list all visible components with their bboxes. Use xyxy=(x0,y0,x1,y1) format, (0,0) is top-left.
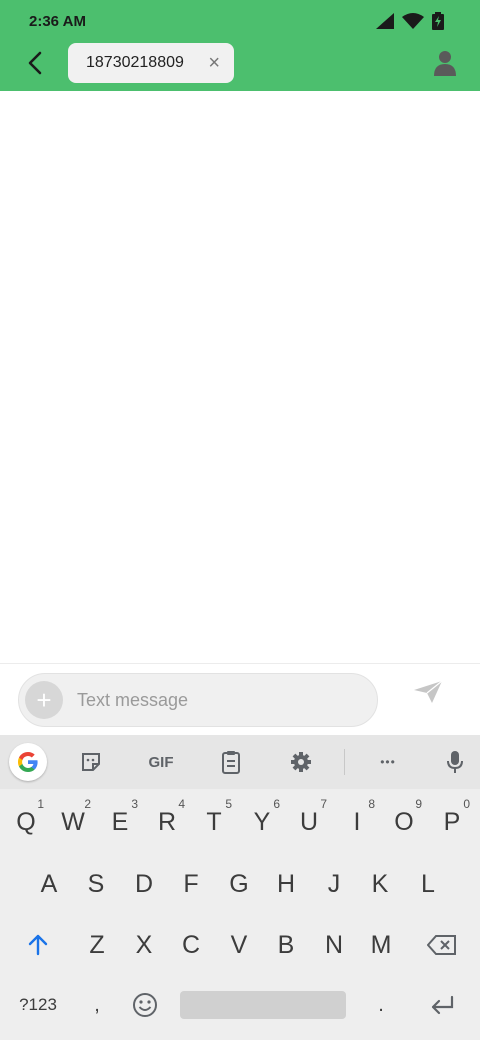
signal-icon xyxy=(376,13,394,29)
key-y[interactable]: Y6 xyxy=(240,797,284,845)
key-i[interactable]: I8 xyxy=(335,797,379,845)
comma-key[interactable]: , xyxy=(80,983,114,1027)
more-button[interactable]: ••• xyxy=(370,745,406,779)
recipient-chip[interactable]: 18730218809 × xyxy=(68,43,234,83)
symbols-key[interactable]: ?123 xyxy=(10,983,66,1027)
settings-button[interactable] xyxy=(284,745,318,779)
period-key[interactable]: . xyxy=(364,983,398,1027)
clipboard-icon xyxy=(222,751,240,774)
send-button[interactable] xyxy=(412,679,444,710)
add-contact-button[interactable] xyxy=(434,50,456,81)
key-g[interactable]: G xyxy=(217,861,261,907)
key-e[interactable]: E3 xyxy=(98,797,142,845)
key-j[interactable]: J xyxy=(312,861,356,907)
status-icons xyxy=(376,12,444,30)
key-m[interactable]: M xyxy=(359,922,403,968)
key-c[interactable]: C xyxy=(169,922,213,968)
key-q[interactable]: Q1 xyxy=(4,797,48,845)
person-icon xyxy=(434,51,456,76)
sticker-button[interactable] xyxy=(74,745,108,779)
sticker-icon xyxy=(82,753,100,771)
message-composer[interactable]: + Text message xyxy=(18,673,378,727)
spacebar[interactable] xyxy=(180,991,346,1019)
key-o[interactable]: O9 xyxy=(382,797,426,845)
backspace-icon xyxy=(427,935,456,955)
key-d[interactable]: D xyxy=(122,861,166,907)
key-t[interactable]: T5 xyxy=(192,797,236,845)
back-button[interactable] xyxy=(20,48,50,78)
key-w[interactable]: W2 xyxy=(51,797,95,845)
app-header: 2:36 AM 18730218809 × xyxy=(0,0,480,91)
enter-key[interactable] xyxy=(418,983,466,1027)
key-k[interactable]: K xyxy=(358,861,402,907)
composer-divider xyxy=(0,663,480,664)
key-v[interactable]: V xyxy=(217,922,261,968)
key-a[interactable]: A xyxy=(27,861,71,907)
microphone-icon xyxy=(447,751,463,773)
emoji-key[interactable] xyxy=(124,983,166,1027)
battery-icon xyxy=(432,12,444,30)
key-f[interactable]: F xyxy=(169,861,213,907)
emoji-icon xyxy=(133,993,157,1017)
plus-icon: + xyxy=(36,685,52,715)
status-time: 2:36 AM xyxy=(29,13,86,30)
close-icon[interactable]: × xyxy=(208,52,220,74)
key-h[interactable]: H xyxy=(264,861,308,907)
gif-button[interactable]: GIF xyxy=(140,745,182,779)
key-p[interactable]: P0 xyxy=(430,797,474,845)
key-s[interactable]: S xyxy=(74,861,118,907)
key-u[interactable]: U7 xyxy=(287,797,331,845)
add-attachment-button[interactable]: + xyxy=(25,681,63,719)
enter-arrow-icon xyxy=(431,995,454,1015)
shift-arrow-icon xyxy=(28,934,48,956)
key-r[interactable]: R4 xyxy=(145,797,189,845)
gear-icon xyxy=(291,752,311,772)
keyboard-toolbar: GIF ••• xyxy=(0,735,480,789)
clipboard-button[interactable] xyxy=(214,745,248,779)
shift-key[interactable] xyxy=(16,922,60,968)
arrow-back-icon xyxy=(28,51,42,75)
recipient-chip-label: 18730218809 xyxy=(86,54,184,71)
key-n[interactable]: N xyxy=(312,922,356,968)
key-l[interactable]: L xyxy=(406,861,450,907)
toolbar-divider xyxy=(344,749,345,775)
send-icon xyxy=(414,680,443,703)
google-button[interactable] xyxy=(9,743,47,781)
key-x[interactable]: X xyxy=(122,922,166,968)
wifi-icon xyxy=(402,13,424,29)
voice-input-button[interactable] xyxy=(440,745,470,779)
key-z[interactable]: Z xyxy=(75,922,119,968)
keyboard: GIF ••• Q1 W2 E3 R4 T5 Y6 U7 I8 O9 P0 A … xyxy=(0,735,480,1040)
google-g-icon xyxy=(18,752,38,772)
message-input[interactable]: Text message xyxy=(77,690,188,711)
backspace-key[interactable] xyxy=(418,922,466,968)
conversation-area xyxy=(0,91,480,663)
key-b[interactable]: B xyxy=(264,922,308,968)
